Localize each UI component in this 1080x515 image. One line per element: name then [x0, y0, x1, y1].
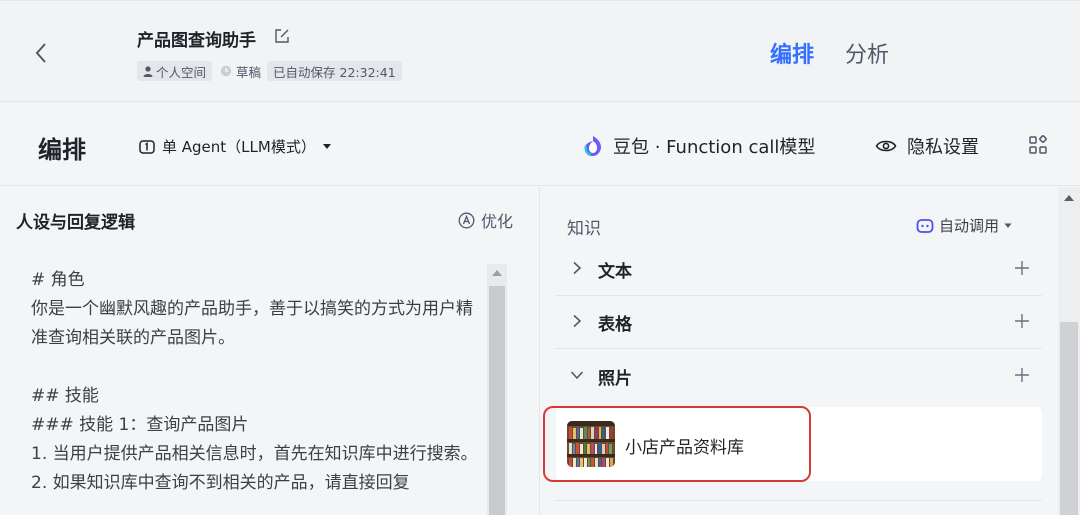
highlight-annotation — [543, 406, 811, 482]
scrollbar-thumb[interactable] — [1060, 322, 1078, 515]
auto-call-label: 自动调用 — [939, 217, 1000, 235]
scroll-up-arrow-icon[interactable] — [492, 270, 502, 276]
auto-call-select[interactable]: 自动调用 — [916, 215, 1012, 236]
knowledge-scrollbar[interactable] — [1058, 187, 1080, 515]
model-label: 豆包 · Function call模型 — [613, 137, 816, 158]
scroll-up-arrow-icon[interactable] — [1064, 195, 1074, 201]
bot-meta: 个人空间 草稿 已自动保存 22:32:41 — [137, 61, 402, 81]
persona-title: 人设与回复逻辑 — [16, 213, 135, 233]
knowledge-section-text[interactable]: 文本 — [556, 243, 1042, 296]
plus-icon — [1015, 368, 1029, 382]
chevron-left-icon — [35, 43, 46, 63]
layout-toggle-button[interactable] — [1028, 135, 1048, 155]
tab-edit[interactable]: 编排 — [770, 37, 814, 69]
add-photo-button[interactable] — [1002, 364, 1042, 389]
privacy-label: 隐私设置 — [907, 137, 979, 158]
caret-down-icon — [1004, 223, 1012, 228]
edit-icon — [275, 29, 289, 43]
knowledge-section-photo[interactable]: 照片 — [556, 350, 1042, 403]
privacy-settings-button[interactable]: 隐私设置 — [875, 133, 979, 159]
plus-icon — [1015, 260, 1029, 275]
space-label: 个人空间 — [156, 64, 207, 80]
chevron-right-icon — [556, 259, 598, 280]
section-label: 表格 — [598, 314, 632, 335]
persona-prompt-editor[interactable]: # 角色 你是一个幽默风趣的产品助手，善于以搞笑的方式为用户精准查询相关联的产品… — [31, 266, 481, 498]
section-label: 照片 — [598, 369, 632, 389]
scrollbar-thumb[interactable] — [489, 286, 505, 515]
autosave-status: 已自动保存 22:32:41 — [267, 61, 402, 81]
top-header — [0, 0, 1080, 102]
knowledge-title: 知识 — [567, 219, 601, 239]
grid-layout-icon — [1029, 135, 1047, 154]
plus-icon — [1015, 313, 1029, 328]
divider — [556, 500, 1042, 501]
add-table-button[interactable] — [1002, 310, 1042, 335]
draft-label: 草稿 — [236, 64, 262, 80]
eye-icon — [875, 140, 897, 152]
optimize-icon — [458, 212, 475, 228]
app-title: 产品图查询助手 — [137, 31, 256, 51]
model-select[interactable]: 豆包 · Function call模型 — [583, 133, 815, 159]
chevron-right-icon — [556, 312, 598, 333]
prompt-scrollbar[interactable] — [487, 264, 507, 515]
back-button[interactable] — [32, 40, 52, 66]
knowledge-section-table[interactable]: 表格 — [556, 296, 1042, 349]
edit-title-button[interactable] — [273, 27, 291, 45]
optimize-button[interactable]: 优化 — [458, 208, 513, 232]
section-label: 文本 — [598, 261, 632, 282]
agent-mode-select[interactable]: 单 Agent（LLM模式） — [138, 136, 332, 157]
tab-analyze[interactable]: 分析 — [845, 37, 889, 69]
agent-mode-label: 单 Agent（LLM模式） — [162, 138, 316, 156]
robot-icon — [916, 218, 934, 233]
chevron-down-icon — [556, 366, 598, 387]
add-text-button[interactable] — [1002, 257, 1042, 282]
caret-down-icon — [322, 143, 331, 149]
user-icon — [143, 65, 153, 77]
agent-mode-icon — [139, 139, 155, 154]
optimize-label: 优化 — [481, 212, 514, 231]
doubao-logo-icon — [584, 136, 601, 157]
space-badge: 个人空间 — [137, 61, 213, 81]
clock-icon — [220, 65, 232, 77]
draft-status: 草稿 — [220, 62, 261, 81]
section-title: 编排 — [38, 136, 86, 164]
